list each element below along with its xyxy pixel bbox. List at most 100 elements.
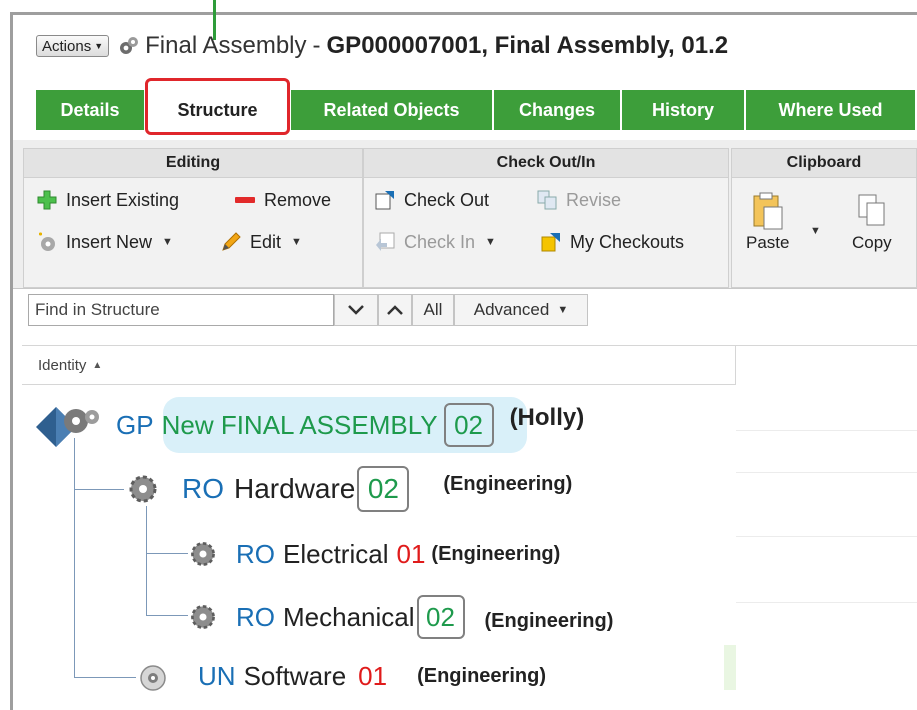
page-title-id: GP000007001, Final Assembly, 01.2 (326, 32, 729, 59)
tab-changes[interactable]: Changes (494, 90, 622, 130)
revise-button[interactable]: Revise (536, 189, 621, 211)
tree-node-electrical[interactable]: RO Electrical 01 (Engineering) (188, 535, 560, 573)
green-plus-icon (37, 190, 57, 210)
chevron-up-icon (387, 305, 403, 315)
node-owner: (Engineering) (443, 472, 573, 495)
editing-group-title: Editing (24, 149, 362, 178)
paste-label: Paste (746, 233, 790, 252)
gear-icon (191, 605, 215, 629)
check-in-button[interactable]: Check In ▼ (374, 231, 496, 253)
grid-line (736, 602, 917, 603)
insert-new-button[interactable]: Insert New ▼ (36, 231, 173, 253)
gear-assembly-icon (120, 37, 139, 54)
tab-label: Details (60, 99, 120, 120)
paste-button[interactable]: Paste (746, 191, 789, 253)
revision-badge: 02 (443, 403, 494, 447)
structure-detail-pane (736, 384, 917, 710)
row-status-strip (724, 645, 736, 690)
node-type: RO (236, 538, 275, 569)
actions-button[interactable]: Actions ▼ (36, 35, 110, 57)
tree-node-root[interactable]: GP New FINAL ASSEMBLY 02 (Holly) (34, 398, 584, 452)
tree-connector (146, 553, 188, 554)
paste-icon (753, 192, 783, 230)
tree-node-mechanical[interactable]: RO Mechanical 02 (Engineering) (188, 594, 613, 640)
revision-badge: 02 (416, 595, 465, 639)
structure-table-header: Identity ▲ (22, 345, 917, 385)
find-in-structure-input[interactable] (28, 294, 334, 326)
find-next-button[interactable] (334, 294, 378, 326)
node-name: Electrical (283, 538, 389, 569)
identity-header-label: Identity (38, 356, 87, 374)
gear-icon (129, 475, 157, 503)
chevron-down-icon: ▼ (557, 304, 569, 316)
actions-button-label: Actions (42, 37, 92, 55)
insert-existing-button[interactable]: Insert Existing (36, 189, 179, 211)
ribbon-toolbar: Editing Insert Existing Remove Insert Ne… (13, 140, 917, 289)
node-name: New FINAL ASSEMBLY (161, 409, 438, 440)
checkout-group-title: Check Out/In (364, 149, 728, 178)
structure-tab-highlight (145, 78, 290, 135)
node-owner: (Engineering) (431, 542, 561, 565)
tab-details[interactable]: Details (36, 90, 146, 130)
advanced-search-button[interactable]: Advanced ▼ (454, 294, 588, 326)
page-title-separator: - (312, 32, 321, 59)
gear-icon (191, 542, 215, 566)
check-in-label: Check In (404, 231, 476, 252)
tab-history[interactable]: History (622, 90, 746, 130)
gear-new-icon (39, 232, 55, 251)
node-type: RO (236, 601, 275, 632)
check-out-button[interactable]: Check Out (374, 189, 489, 211)
clipboard-group-title: Clipboard (732, 149, 916, 178)
node-owner: (Engineering) (484, 609, 614, 632)
find-all-label: All (423, 300, 443, 319)
my-checkouts-icon (541, 233, 560, 252)
tab-related-objects[interactable]: Related Objects (291, 90, 494, 130)
page-title-name: Final Assembly (145, 32, 307, 59)
my-checkouts-label: My Checkouts (570, 231, 685, 252)
tree-connector (74, 677, 136, 678)
revision-badge: 01 (396, 538, 426, 569)
revise-icon (537, 190, 557, 210)
find-bar: All Advanced ▼ (20, 292, 917, 332)
node-owner: (Engineering) (417, 664, 546, 687)
checkout-group: Check Out/In Check Out Revise Check In ▼… (363, 148, 729, 288)
grid-line (736, 472, 917, 473)
tab-label: Where Used (778, 99, 883, 120)
edit-label: Edit (250, 231, 282, 252)
edit-button[interactable]: Edit ▼ (220, 231, 302, 253)
my-checkouts-button[interactable]: My Checkouts (540, 231, 684, 253)
clipboard-group: Clipboard Paste ▼ Copy (731, 148, 917, 288)
copy-label: Copy (852, 233, 892, 252)
copy-button[interactable]: Copy (852, 191, 892, 253)
sort-ascending-icon: ▲ (92, 359, 103, 371)
tree-connector (74, 489, 124, 490)
revise-label: Revise (566, 189, 622, 210)
find-all-button[interactable]: All (412, 294, 454, 326)
remove-label: Remove (264, 189, 332, 210)
tree-node-software[interactable]: UN Software 01 (Engineering) (136, 656, 546, 696)
node-type: RO (182, 473, 224, 504)
copy-icon (858, 194, 885, 226)
title-bar: Actions ▼ Final Assembly - GP000007001, … (26, 28, 728, 64)
check-out-label: Check Out (404, 189, 490, 210)
tab-label: Changes (518, 99, 596, 120)
pencil-icon (222, 232, 241, 251)
chevron-down-icon (348, 305, 364, 315)
remove-button[interactable]: Remove (234, 189, 331, 211)
tree-node-hardware[interactable]: RO Hardware 02 (Engineering) (126, 466, 572, 512)
check-out-icon (375, 191, 394, 210)
node-owner: (Holly) (509, 404, 585, 431)
node-name: Hardware (234, 473, 356, 504)
chevron-down-icon: ▼ (485, 236, 496, 248)
node-type: UN (198, 660, 236, 691)
insert-existing-label: Insert Existing (66, 189, 180, 210)
check-in-icon (376, 232, 395, 251)
revision-badge: 02 (357, 466, 410, 512)
tree-connector (74, 438, 75, 678)
identity-column-header[interactable]: Identity ▲ (22, 346, 736, 384)
tree-connector (146, 506, 147, 616)
find-previous-button[interactable] (378, 294, 412, 326)
chevron-down-icon: ▼ (291, 236, 302, 248)
tab-where-used[interactable]: Where Used (746, 90, 917, 130)
chevron-down-icon[interactable]: ▼ (810, 225, 821, 237)
